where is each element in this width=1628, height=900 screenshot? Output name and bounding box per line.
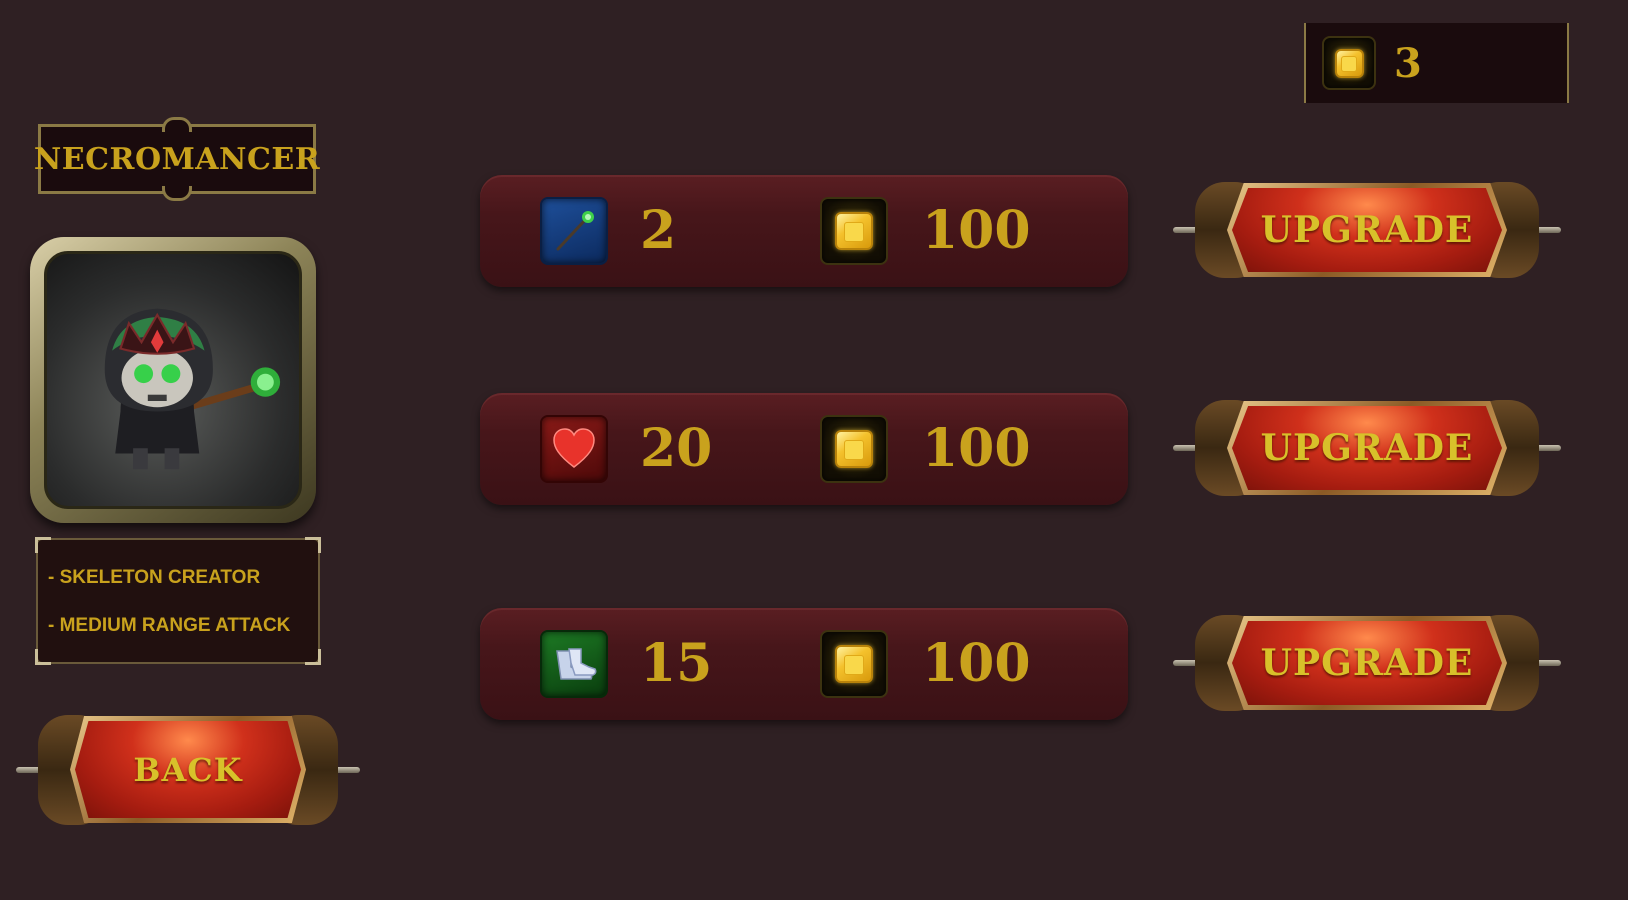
upgrade-attack-button[interactable]: UPGRADE — [1173, 175, 1561, 285]
upgrade-health-button[interactable]: UPGRADE — [1173, 393, 1561, 503]
speed-cost: 100 — [922, 633, 1031, 694]
gold-coin-icon — [820, 197, 888, 265]
back-button-label: BACK — [133, 750, 243, 789]
health-cost: 100 — [922, 418, 1031, 479]
upgrade-screen: 3 NECROMANCER - SKELETON CREATOR - MEDIU… — [0, 0, 1628, 900]
gold-coin-icon — [820, 415, 888, 483]
gold-coin-icon — [820, 630, 888, 698]
gold-coin-icon — [1322, 36, 1376, 90]
stat-row-attack: 2 100 — [480, 175, 1128, 287]
back-button[interactable]: BACK — [16, 707, 360, 832]
trait-1: - SKELETON CREATOR — [48, 567, 261, 588]
class-title-plate: NECROMANCER — [34, 124, 320, 194]
upgrade-label: UPGRADE — [1260, 209, 1474, 251]
staff-icon — [540, 197, 608, 265]
class-name: NECROMANCER — [33, 141, 321, 177]
speed-value: 15 — [640, 633, 713, 694]
boot-icon — [540, 630, 608, 698]
currency-display: 3 — [1304, 23, 1569, 103]
stat-row-health: 20 100 — [480, 393, 1128, 505]
upgrade-label: UPGRADE — [1260, 642, 1474, 684]
upgrade-speed-button[interactable]: UPGRADE — [1173, 608, 1561, 718]
currency-amount: 3 — [1394, 39, 1422, 87]
trait-2: - MEDIUM RANGE ATTACK — [48, 615, 291, 636]
attack-value: 2 — [640, 200, 677, 261]
stat-row-speed: 15 100 — [480, 608, 1128, 720]
hero-portrait — [30, 237, 316, 523]
health-value: 20 — [640, 418, 713, 479]
heart-icon — [540, 415, 608, 483]
hero-traits: - SKELETON CREATOR - MEDIUM RANGE ATTACK — [35, 537, 321, 665]
attack-cost: 100 — [922, 200, 1031, 261]
upgrade-label: UPGRADE — [1260, 427, 1474, 469]
necromancer-avatar — [44, 251, 302, 509]
